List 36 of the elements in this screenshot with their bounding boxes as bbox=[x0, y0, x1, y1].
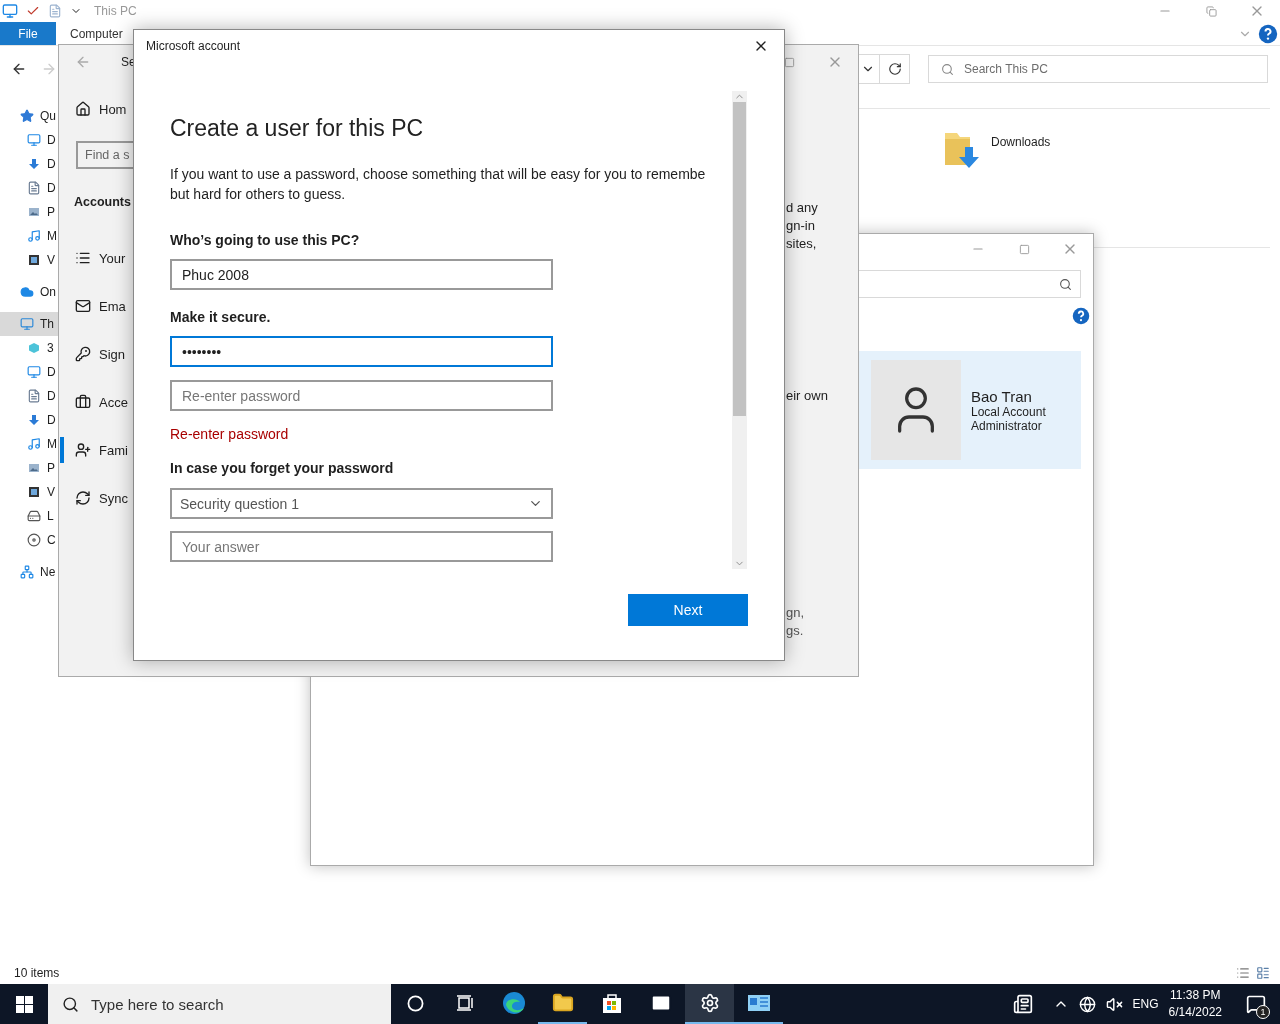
nav-item-label: D bbox=[47, 181, 56, 195]
field-label: Who’s going to use this PC? bbox=[170, 232, 361, 248]
nav-item-label: C bbox=[47, 533, 56, 547]
field-label: In case you forget your password bbox=[170, 460, 395, 476]
user-name: Bao Tran bbox=[971, 387, 1033, 405]
nav-item-label: M bbox=[47, 229, 57, 243]
nav-item-label: Ne bbox=[40, 565, 56, 579]
instruction-text: If you want to use a password, choose something that will be easy for you to remembe but hard for others to guess. bbox=[170, 165, 707, 204]
nav-item-label: L bbox=[47, 509, 54, 523]
nav-item-label: V bbox=[47, 485, 55, 499]
nav-item-label: P bbox=[47, 205, 55, 219]
nav-item-label: M bbox=[47, 437, 57, 451]
nav-item-label: V bbox=[47, 253, 55, 267]
account-role: Administrator bbox=[971, 418, 1043, 433]
nav-item-label: D bbox=[47, 133, 56, 147]
account-type: Local Account bbox=[971, 404, 1047, 419]
description-text: gn, gs. bbox=[786, 604, 806, 640]
description-text: d any gn-in sites, bbox=[786, 199, 819, 253]
notification-badge: 1 bbox=[1256, 1005, 1270, 1019]
nav-item-label: P bbox=[47, 461, 55, 475]
nav-item-label: Qu bbox=[40, 109, 56, 123]
nav-item-label: D bbox=[47, 413, 56, 427]
nav-item-label: D bbox=[47, 389, 56, 403]
nav-item-label: D bbox=[47, 365, 56, 379]
dialog-title: Microsoft account bbox=[146, 39, 241, 53]
field-label: Make it secure. bbox=[170, 309, 272, 325]
nav-item-label: 3 bbox=[47, 341, 54, 355]
nav-item-label: Th bbox=[40, 317, 54, 331]
status-text: 10 items bbox=[14, 966, 60, 980]
heading: Create a user for this PC bbox=[170, 115, 425, 142]
nav-item-label: On bbox=[40, 285, 56, 299]
section-heading: Accounts bbox=[74, 195, 131, 209]
error-text: Re-enter password bbox=[170, 426, 290, 442]
description-text: eir own bbox=[786, 387, 829, 405]
window-title: This PC bbox=[94, 4, 137, 18]
nav-item-label: D bbox=[47, 157, 56, 171]
